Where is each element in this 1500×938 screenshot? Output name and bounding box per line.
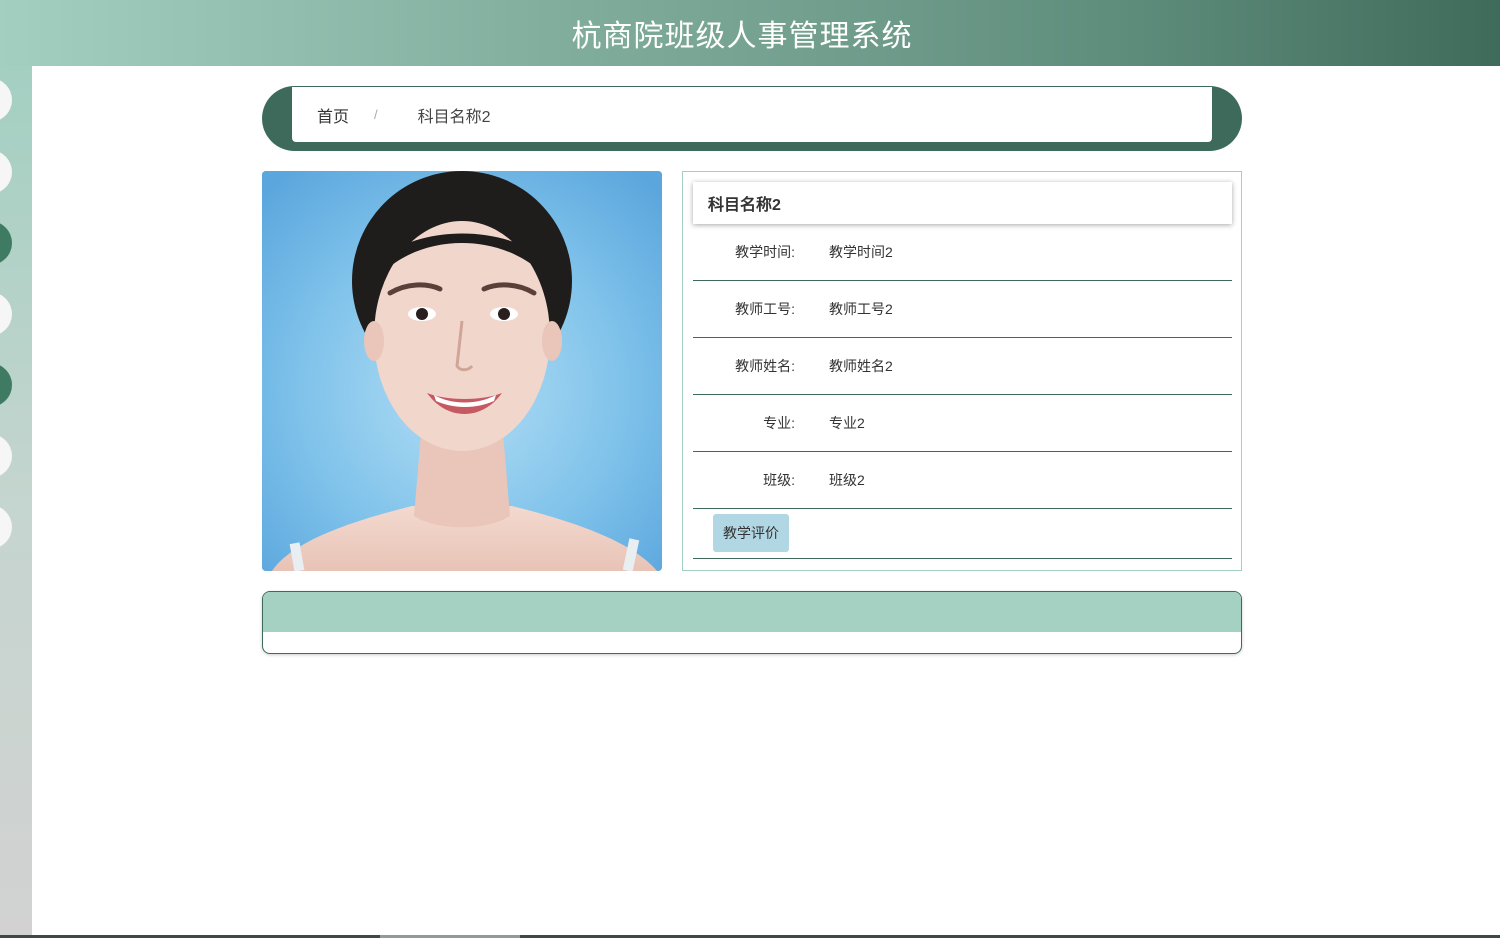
sidebar-item-4[interactable] <box>0 292 12 336</box>
field-label: 教师姓名: <box>735 358 795 374</box>
detail-row-teaching-time: 教学时间: 教学时间2 <box>693 224 1232 281</box>
field-label: 专业: <box>763 415 795 431</box>
detail-actions: 教学评价 <box>693 508 1232 559</box>
sidebar-item-3[interactable] <box>0 221 12 265</box>
sidebar-item-6[interactable] <box>0 434 12 478</box>
field-value: 专业2 <box>829 415 865 431</box>
content-panel-header <box>263 592 1241 632</box>
detail-row-teacher-id: 教师工号: 教师工号2 <box>693 281 1232 338</box>
breadcrumb-container: 首页 / 科目名称2 <box>262 86 1242 151</box>
sidebar-item-5[interactable] <box>0 363 12 407</box>
breadcrumb-current: 科目名称2 <box>417 108 491 126</box>
field-value: 教学时间2 <box>829 244 893 260</box>
detail-panel: 科目名称2 教学时间: 教学时间2 教师工号: 教师工号2 教师姓名: 教师姓名… <box>682 171 1242 571</box>
field-value: 教师姓名2 <box>829 358 893 374</box>
sidebar-item-2[interactable] <box>0 150 12 194</box>
subject-photo <box>262 171 662 571</box>
detail-title: 科目名称2 <box>693 182 1232 224</box>
sidebar-item-1[interactable] <box>0 78 12 122</box>
sidebar-item-7[interactable] <box>0 505 12 549</box>
detail-row-major: 专业: 专业2 <box>693 395 1232 452</box>
detail-row-class: 班级: 班级2 <box>693 452 1232 509</box>
breadcrumb-separator: / <box>374 107 378 122</box>
app-title: 杭商院班级人事管理系统 <box>571 19 913 54</box>
teaching-evaluation-button[interactable]: 教学评价 <box>713 514 789 552</box>
field-label: 班级: <box>763 472 795 488</box>
sidebar <box>0 66 32 938</box>
breadcrumb-home-link[interactable]: 首页 <box>317 103 349 127</box>
portrait-image <box>262 171 662 571</box>
field-label: 教学时间: <box>735 244 795 260</box>
field-label: 教师工号: <box>735 301 795 317</box>
app-header: 杭商院班级人事管理系统 <box>0 0 1500 66</box>
detail-row-teacher-name: 教师姓名: 教师姓名2 <box>693 338 1232 395</box>
field-value: 班级2 <box>829 472 865 488</box>
breadcrumb: 首页 / 科目名称2 <box>292 87 1212 142</box>
field-value: 教师工号2 <box>829 301 893 317</box>
content-panel <box>262 591 1242 654</box>
